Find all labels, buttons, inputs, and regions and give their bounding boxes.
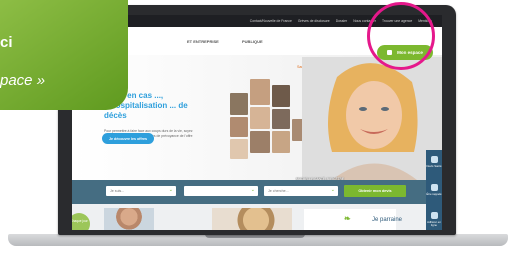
referral-label: Je parraine [372, 217, 403, 223]
callout-line2: pace » [0, 72, 46, 89]
chevron-down-icon: ⌄ [250, 187, 255, 193]
callout-line1: ci [0, 34, 13, 51]
promo-photo [212, 208, 292, 230]
callout-banner: ci pace » [0, 0, 128, 110]
quick-action-label: Adhérer en ligne [427, 220, 441, 228]
promo-photo [104, 208, 154, 230]
quick-actions-sidebar: Devis Santé Être rappelé Adhérer en lign… [426, 150, 442, 230]
need-select[interactable]: ⌄ [184, 186, 258, 196]
topbar-link[interactable]: Grèves de disclosure [298, 19, 330, 23]
get-quote-button[interactable]: Obtenir mon devis [344, 185, 406, 197]
users-icon [430, 212, 438, 219]
profile-select-value: Je suis... [110, 189, 125, 193]
nav-item-entreprise[interactable]: ET ENTREPRISE [187, 39, 219, 44]
topbar-link[interactable]: Contact/Nouvelle de France [250, 19, 292, 23]
nav-item-publique[interactable]: PUBLIQUE [242, 39, 263, 44]
referral-logo-icon: ❧ [344, 214, 351, 223]
chevron-down-icon: ⌄ [330, 187, 335, 193]
portrait-collage [230, 79, 310, 179]
highlight-circle [367, 2, 435, 70]
quick-action-quote[interactable]: Devis Santé [426, 156, 442, 168]
topbar-link[interactable]: Dossier [336, 19, 348, 23]
chevron-down-icon: ⌄ [168, 187, 173, 193]
search-select[interactable]: Je cherche... ⌄ [264, 186, 338, 196]
phone-icon [430, 184, 438, 191]
quick-action-join[interactable]: Adhérer en ligne [426, 212, 442, 227]
quick-action-label: Devis Santé [426, 164, 442, 168]
hero-portrait [302, 57, 442, 180]
quick-action-label: Être rappelé [426, 192, 442, 196]
profile-select[interactable]: Je suis... ⌄ [106, 186, 176, 196]
quote-search-bar: Je suis... ⌄ ⌄ Je cherche... ⌄ Obtenir m… [72, 180, 442, 204]
search-select-value: Je cherche... [268, 189, 289, 193]
discover-offers-button[interactable]: Je découvre les offres [102, 133, 154, 144]
calculator-icon [430, 156, 438, 163]
quick-action-callback[interactable]: Être rappelé [426, 184, 442, 196]
